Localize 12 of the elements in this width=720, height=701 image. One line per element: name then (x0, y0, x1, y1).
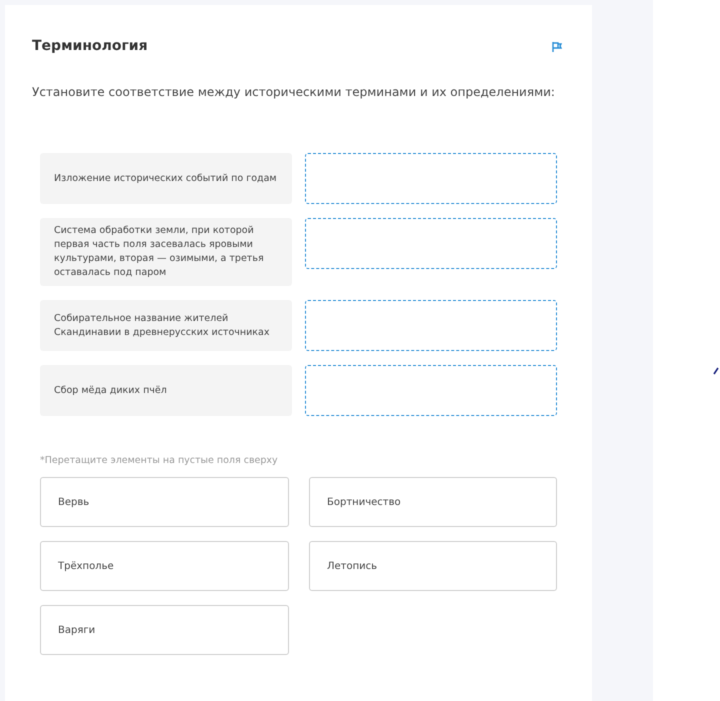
definition-text: Собирательное название жителей Скандинавии в древнерусских источниках (54, 312, 270, 340)
term-card[interactable]: Варяги (40, 605, 289, 656)
hint-text: *Перетащите элементы на пустые поля сверху (40, 454, 279, 468)
term-card[interactable]: Трёхполье (40, 541, 289, 592)
definition-text: Сбор мёда диких пчёл (54, 384, 167, 398)
term-card[interactable]: Летопись (309, 541, 557, 592)
task-title: Терминология (32, 37, 148, 56)
instruction-text: Установите соответствие между историческими терминами и их определениями: (32, 84, 556, 101)
definition-text: Система обработки земли, при которой первая часть поля засевалась яровыми культурами, вторая — озимыми, а третья оставалась под паром (54, 224, 265, 280)
definition-text: Изложение исторических событий по годам (54, 172, 277, 186)
term-card[interactable]: Вервь (40, 477, 289, 528)
term-card[interactable]: Бортничество (309, 477, 557, 528)
